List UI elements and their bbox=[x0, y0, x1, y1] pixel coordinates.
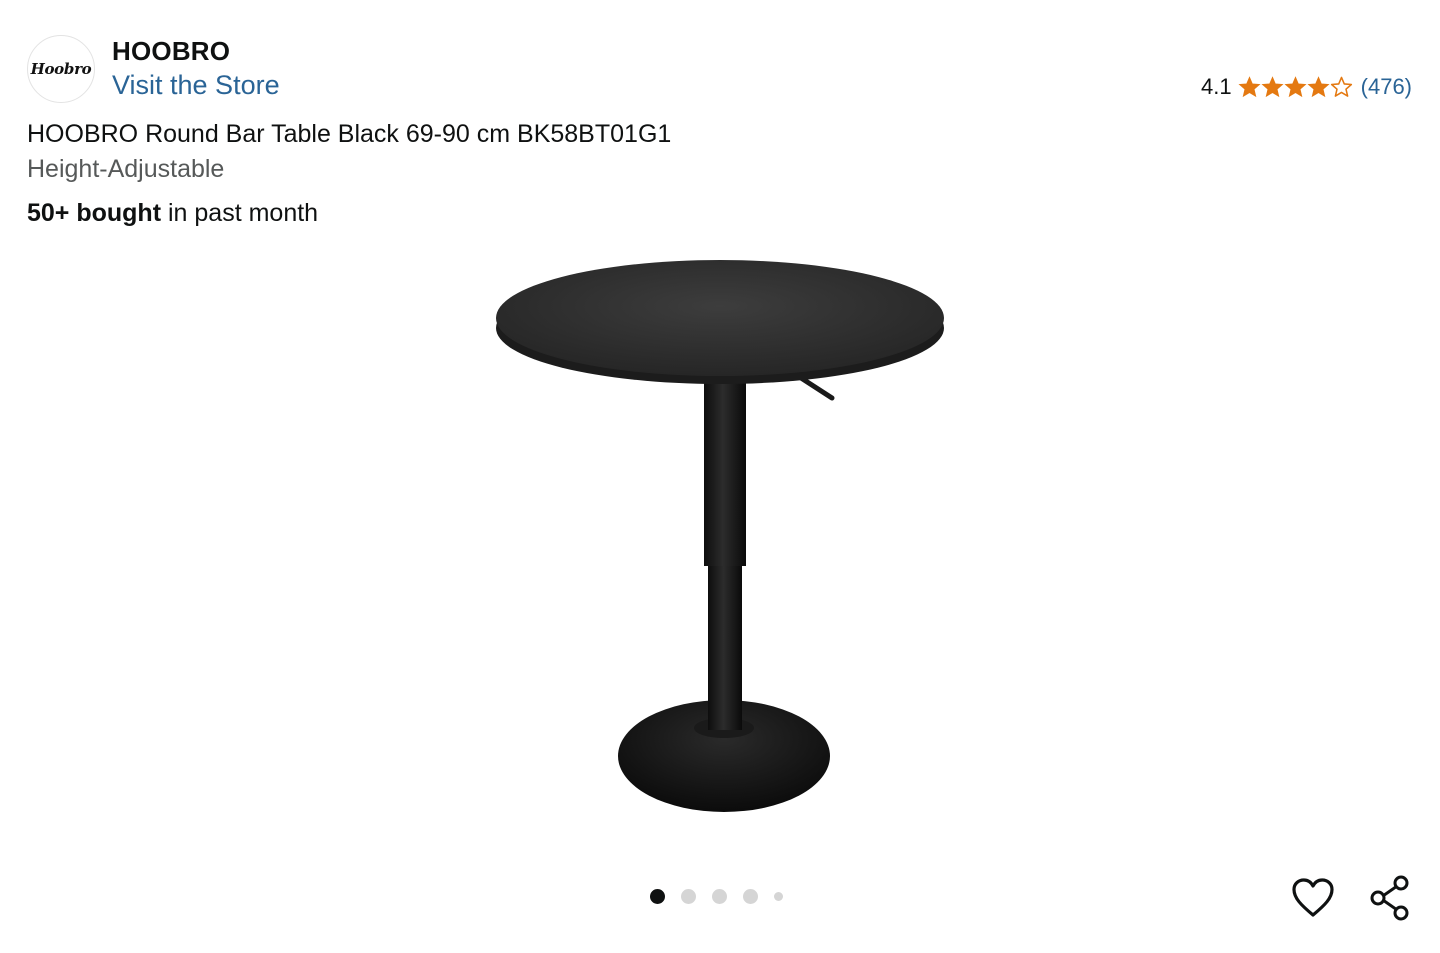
carousel-dot[interactable] bbox=[774, 892, 783, 901]
product-subtitle: Height-Adjustable bbox=[27, 155, 225, 183]
store-logo[interactable]: Hoobro bbox=[27, 35, 95, 103]
favorite-button[interactable] bbox=[1288, 873, 1338, 923]
share-icon bbox=[1370, 875, 1409, 921]
star-full-icon bbox=[1238, 76, 1261, 98]
carousel-dot[interactable] bbox=[712, 889, 727, 904]
heart-icon bbox=[1292, 878, 1334, 917]
bar-table-illustration bbox=[496, 260, 944, 812]
star-rating bbox=[1238, 76, 1353, 98]
brand-name: HOOBRO bbox=[112, 36, 231, 66]
star-full-icon bbox=[1284, 76, 1307, 98]
product-image[interactable] bbox=[480, 250, 960, 830]
bought-count: 50+ bought in past month bbox=[27, 199, 318, 228]
product-page: Hoobro HOOBRO Visit the Store 4.1 (476) … bbox=[0, 0, 1440, 953]
rating-score: 4.1 bbox=[1201, 74, 1232, 99]
bought-count-bold: 50+ bought bbox=[27, 199, 162, 227]
star-full-icon bbox=[1261, 76, 1284, 98]
star-full-icon bbox=[1307, 76, 1330, 98]
visit-store-link[interactable]: Visit the Store bbox=[112, 70, 280, 101]
carousel-dot[interactable] bbox=[743, 889, 758, 904]
bought-count-rest: in past month bbox=[161, 199, 319, 227]
store-logo-text: Hoobro bbox=[30, 60, 92, 78]
share-button[interactable] bbox=[1365, 873, 1415, 923]
product-title: HOOBRO Round Bar Table Black 69-90 cm BK… bbox=[27, 120, 672, 148]
rating-summary[interactable]: 4.1 (476) bbox=[1201, 74, 1412, 100]
star-empty-icon bbox=[1330, 76, 1352, 97]
image-carousel-dots bbox=[650, 889, 799, 904]
rating-count[interactable]: (476) bbox=[1361, 74, 1412, 100]
carousel-dot[interactable] bbox=[650, 889, 665, 904]
carousel-dot[interactable] bbox=[681, 889, 696, 904]
